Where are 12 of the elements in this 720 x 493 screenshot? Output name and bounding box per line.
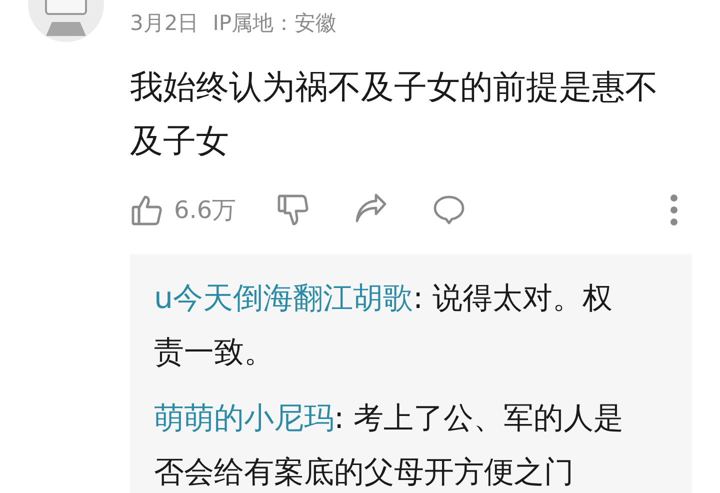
comment-icon[interactable] xyxy=(432,193,466,227)
comment-text: 我始终认为祸不及子女的前提是惠不及子女 xyxy=(130,66,659,162)
like-button[interactable]: 6.6万 xyxy=(130,193,236,227)
reply-text: u今天倒海翻江胡歌: 说得太对。权责一致。 xyxy=(154,280,614,372)
reply-author[interactable]: 萌萌的小尼玛 xyxy=(154,401,334,436)
ip-location: IP属地：安徽 xyxy=(212,10,337,37)
comment-date: 3月2日 xyxy=(130,10,199,37)
reply-author[interactable]: u今天倒海翻江胡歌 xyxy=(154,281,414,316)
reply-text: 萌萌的小尼玛: 考上了公、军的人是否会给有案底的父母开方便之门 xyxy=(154,400,625,492)
more-icon[interactable] xyxy=(670,194,678,226)
thumbs-down-icon[interactable] xyxy=(276,193,310,227)
thumbs-up-icon[interactable] xyxy=(130,193,164,227)
